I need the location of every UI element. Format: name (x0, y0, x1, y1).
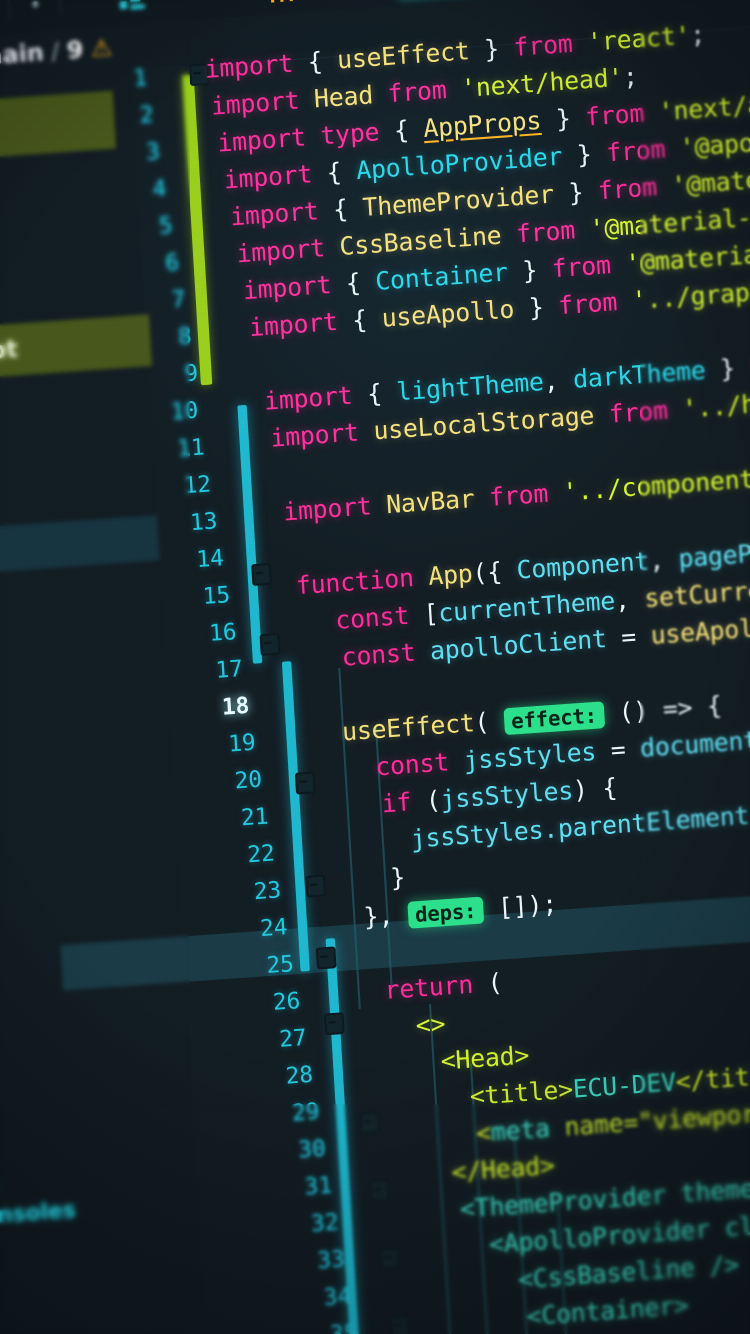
screen-photo: index.ts ✕ .env.local ✕ _app.tsx ✕ (0, 0, 750, 1334)
inlay-hint-effect: effect: (503, 701, 605, 736)
code-line-28: <Head> (439, 1040, 530, 1076)
ide-screen: index.ts ✕ .env.local ✕ _app.tsx ✕ (0, 0, 750, 1334)
code-line-31: </Head> (450, 1150, 556, 1188)
inlay-hint-deps: deps: (407, 896, 485, 929)
code-line-23: } (389, 862, 406, 893)
code-line-35: <Container> (525, 1290, 690, 1332)
code-line-24: }, deps: []); (362, 889, 558, 932)
code-editor-text[interactable]: import { useEffect } from 'react'; 8.23 … (0, 0, 750, 1334)
code-line-13: import NavBar from '../components/NavB (282, 458, 750, 527)
code-line-26: return ( (383, 967, 504, 1006)
code-line-27: <> (414, 1009, 447, 1041)
code-line-34: <CssBaseline /> (517, 1249, 740, 1295)
